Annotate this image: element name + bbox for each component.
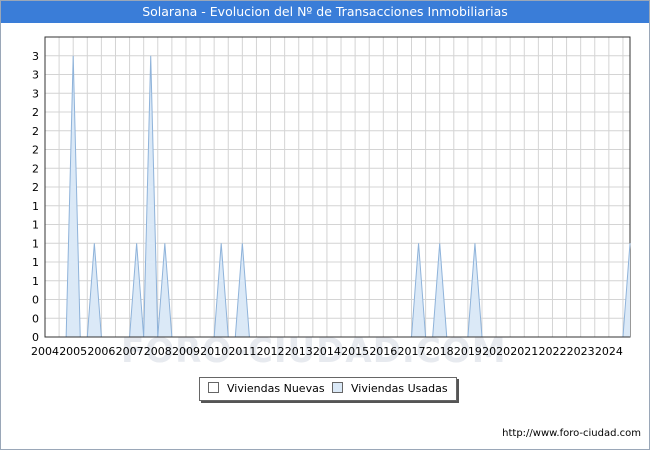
x-tick-label: 2005 (59, 345, 87, 358)
x-tick-label: 2012 (257, 345, 285, 358)
y-tick-label: 1 (32, 237, 39, 250)
legend-item-usadas: Viviendas Usadas (332, 378, 448, 400)
x-tick-label: 2016 (369, 345, 397, 358)
x-tick-label: 2014 (313, 345, 341, 358)
y-tick-label: 1 (32, 256, 39, 269)
legend-label-nuevas: Viviendas Nuevas (227, 382, 325, 395)
x-tick-label: 2009 (172, 345, 200, 358)
x-tick-label: 2017 (398, 345, 426, 358)
y-tick-label: 0 (32, 331, 39, 344)
x-tick-label: 2004 (31, 345, 59, 358)
chart-frame: Solarana - Evolucion del Nº de Transacci… (0, 0, 650, 450)
x-tick-label: 2024 (595, 345, 623, 358)
y-tick-label: 2 (32, 162, 39, 175)
y-tick-label: 1 (32, 275, 39, 288)
x-tick-label: 2022 (538, 345, 566, 358)
y-tick-label: 1 (32, 219, 39, 232)
legend-label-usadas: Viviendas Usadas (351, 382, 448, 395)
chart-legend: Viviendas Nuevas Viviendas Usadas (199, 377, 457, 401)
x-tick-label: 2006 (87, 345, 115, 358)
y-tick-label: 2 (32, 106, 39, 119)
legend-item-nuevas: Viviendas Nuevas (208, 378, 325, 400)
x-tick-label: 2010 (200, 345, 228, 358)
x-tick-label: 2020 (482, 345, 510, 358)
x-tick-label: 2013 (285, 345, 313, 358)
source-link[interactable]: http://www.foro-ciudad.com (502, 428, 641, 439)
x-tick-label: 2018 (426, 345, 454, 358)
x-tick-label: 2007 (116, 345, 144, 358)
y-tick-label: 0 (32, 312, 39, 325)
x-tick-label: 2019 (454, 345, 482, 358)
x-tick-label: 2023 (567, 345, 595, 358)
x-tick-label: 2008 (144, 345, 172, 358)
x-tick-label: 2021 (510, 345, 538, 358)
y-tick-label: 2 (32, 181, 39, 194)
x-tick-label: 2011 (228, 345, 256, 358)
y-tick-label: 0 (32, 294, 39, 307)
y-tick-label: 2 (32, 144, 39, 157)
y-tick-label: 1 (32, 200, 39, 213)
x-tick-label: 2015 (341, 345, 369, 358)
legend-swatch-usadas (332, 382, 343, 393)
legend-swatch-nuevas (208, 382, 219, 393)
y-tick-label: 3 (32, 69, 39, 82)
y-tick-label: 3 (32, 50, 39, 63)
y-tick-label: 2 (32, 125, 39, 138)
y-tick-label: 3 (32, 87, 39, 100)
